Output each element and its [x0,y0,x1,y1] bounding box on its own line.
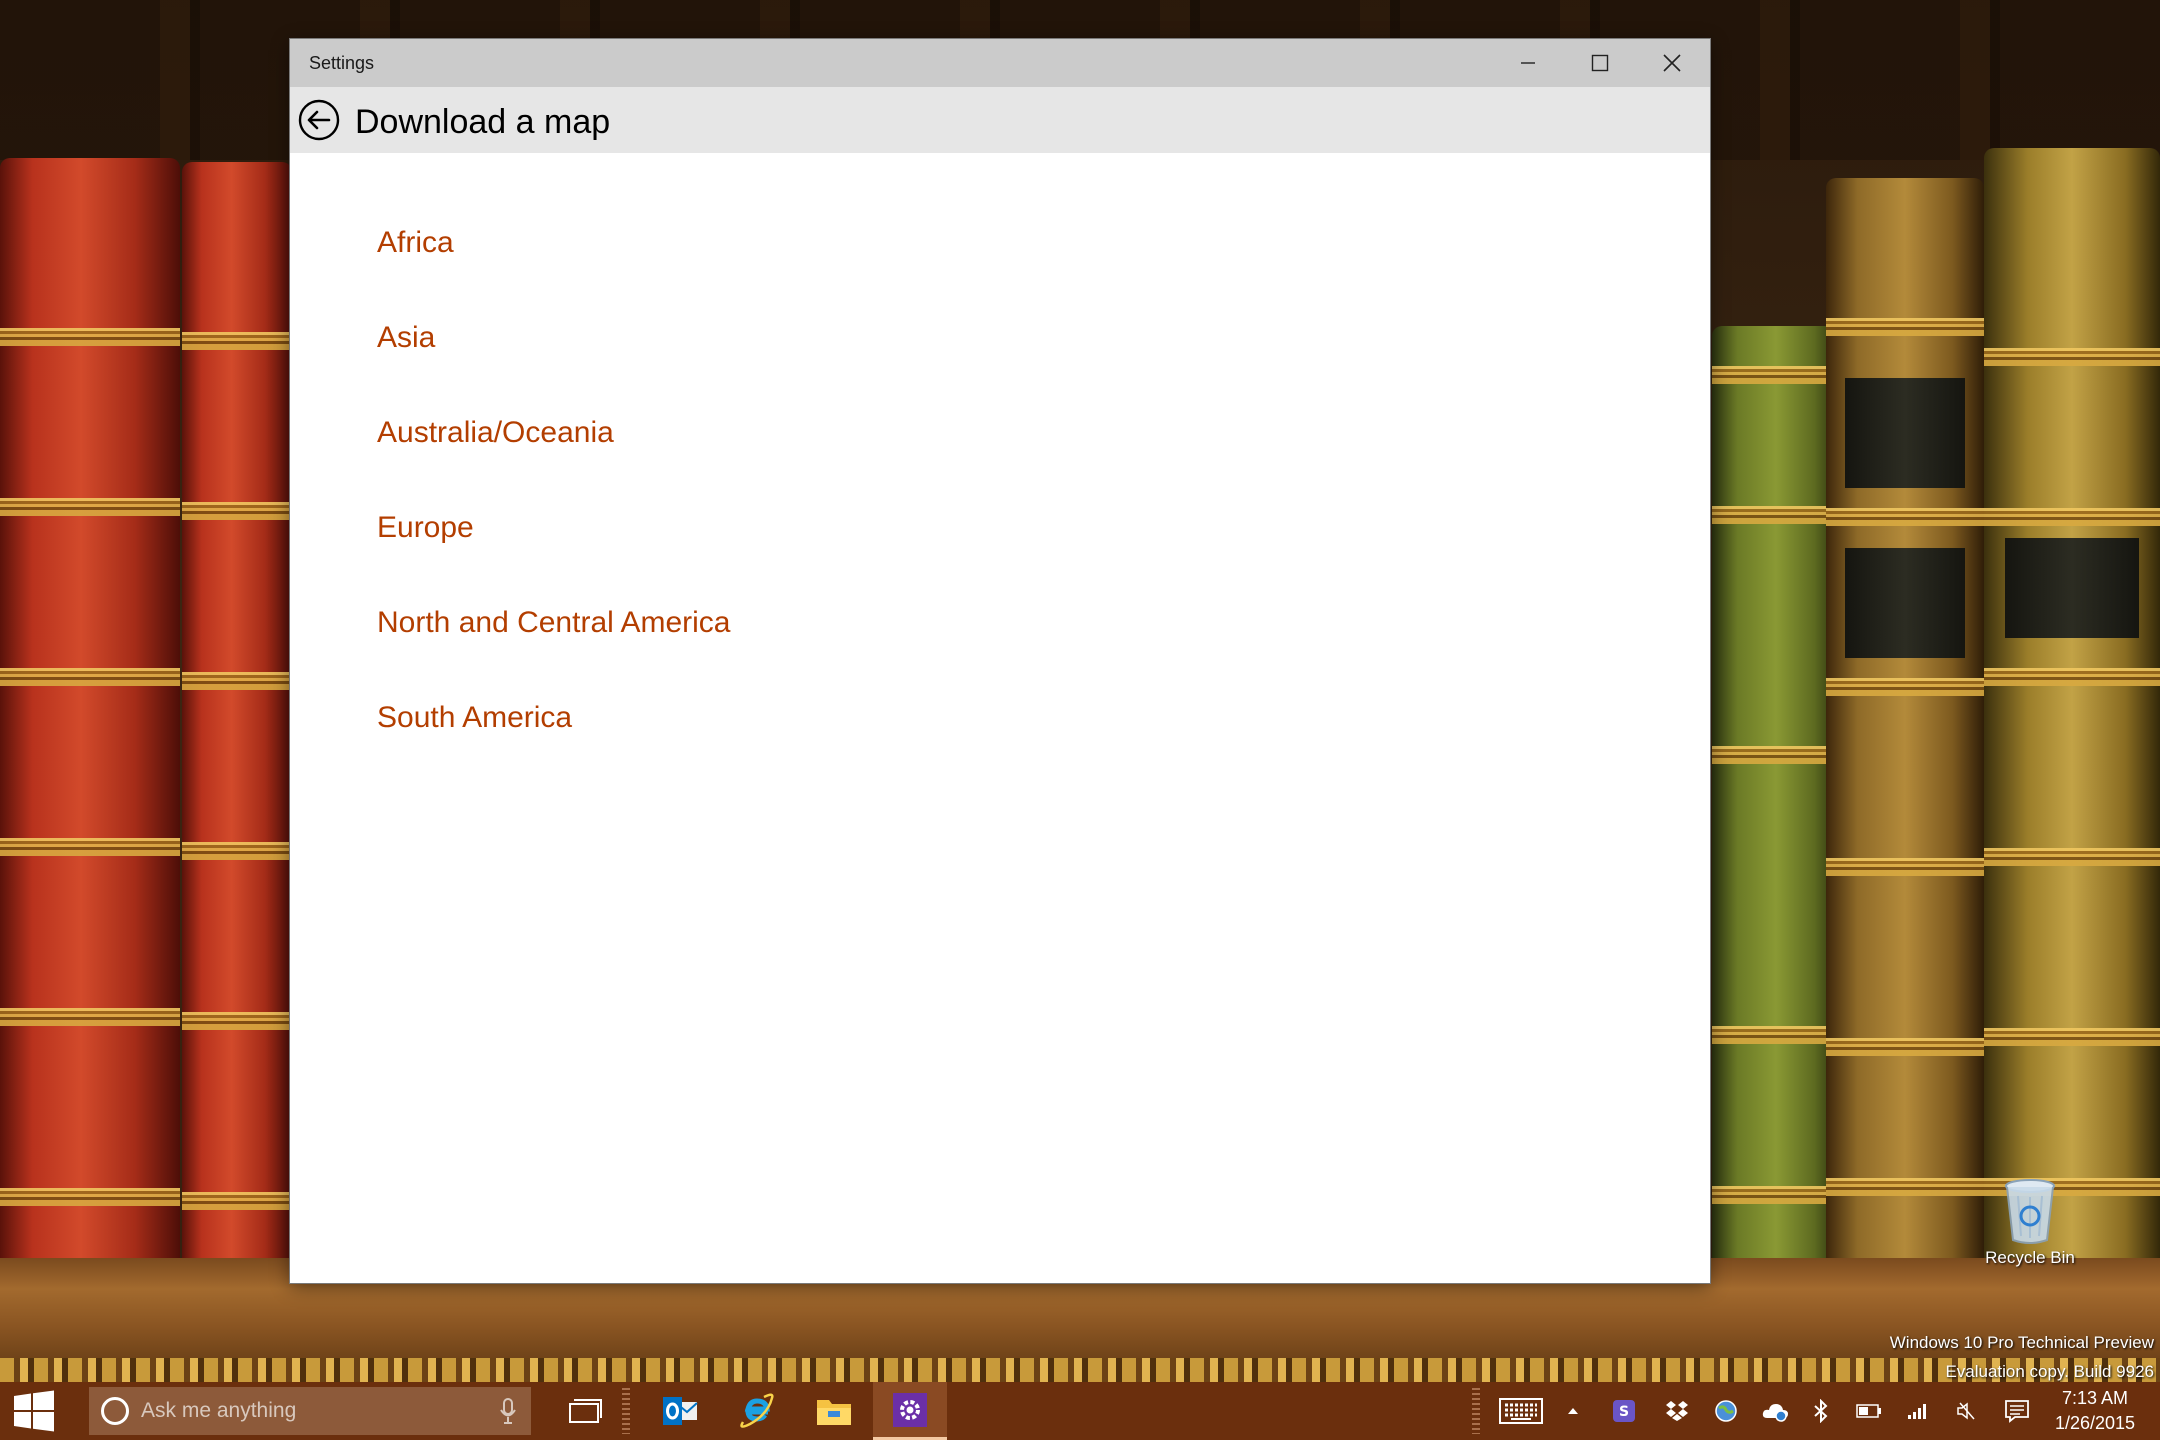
globe-tray[interactable] [1705,1382,1747,1440]
onedrive-icon [1762,1404,1788,1422]
window-title: Settings [309,53,375,73]
book-spine [1712,326,1840,1262]
volume-tray[interactable] [1946,1382,1988,1440]
page-header: Download a map [290,87,1710,153]
microphone-icon[interactable] [499,1397,517,1430]
book-spine [1984,148,2160,1262]
taskbar-grip[interactable] [622,1388,630,1434]
outlook-icon [663,1397,698,1425]
region-item-south-america[interactable]: South America [377,698,572,738]
internet-explorer-icon [740,1393,774,1428]
dropbox-tray[interactable] [1656,1382,1698,1440]
maximize-icon [1591,54,1609,72]
region-item-australia-oceania[interactable]: Australia/Oceania [377,413,614,453]
touch-keyboard-button[interactable] [1495,1382,1547,1440]
show-hidden-icons-button[interactable] [1552,1382,1594,1440]
settings-taskbar-button[interactable] [873,1382,947,1440]
internet-explorer-button[interactable] [720,1382,794,1440]
battery-tray[interactable] [1848,1382,1890,1440]
back-arrow-icon [298,99,340,141]
page-title: Download a map [355,103,611,141]
recycle-bin[interactable]: Recycle Bin [1966,1178,2094,1268]
recycle-bin-label: Recycle Bin [1985,1248,2075,1267]
file-explorer-button[interactable] [797,1382,871,1440]
clock-time: 7:13 AM [2061,1388,2129,1408]
start-button[interactable] [0,1382,68,1440]
bluetooth-tray[interactable] [1800,1382,1842,1440]
title-bar[interactable]: Settings [290,39,1710,87]
region-item-asia[interactable]: Asia [377,318,435,358]
region-item-africa[interactable]: Africa [377,223,454,263]
bluetooth-icon [1814,1399,1828,1423]
minimize-button[interactable] [1492,39,1564,87]
dropbox-icon [1666,1401,1688,1421]
taskbar: Ask me anything S 7:13 AM 1/26/2015 [0,1382,2160,1440]
book-spine [182,162,292,1262]
build-watermark: Windows 10 Pro Technical Preview Evaluat… [1890,1328,2154,1386]
network-tray[interactable] [1897,1382,1939,1440]
clock-date: 1/26/2015 [2054,1413,2136,1433]
network-signal-icon [1908,1404,1926,1419]
battery-icon [1856,1404,1881,1418]
action-center-icon [2005,1400,2029,1423]
svg-text:S: S [1619,1404,1629,1420]
book-spine [0,158,180,1262]
skype-tray[interactable]: S [1603,1382,1645,1440]
minimize-icon [1521,62,1535,64]
cortana-icon [101,1397,129,1425]
outlook-button[interactable] [643,1382,717,1440]
settings-window: Settings Download a map Africa Asia Aust… [290,39,1710,1283]
file-explorer-icon [817,1400,851,1425]
show-hidden-icons-icon [1568,1408,1578,1414]
windows-logo-icon [14,1390,54,1432]
watermark-edition: Windows 10 Pro Technical Preview [1889,1333,2154,1352]
close-icon [1663,54,1681,72]
region-item-north-central-america[interactable]: North and Central America [377,603,731,643]
task-view-button[interactable] [548,1382,622,1440]
touch-keyboard-icon [1499,1398,1543,1424]
search-box[interactable]: Ask me anything [89,1387,531,1435]
region-item-europe[interactable]: Europe [377,508,474,548]
action-center-button[interactable] [1996,1382,2038,1440]
book-spine [1826,178,1984,1262]
search-placeholder: Ask me anything [141,1399,297,1422]
onedrive-tray[interactable] [1754,1382,1796,1440]
tray-grip[interactable] [1472,1388,1480,1434]
shelf-trim [0,1358,2160,1382]
globe-icon [1715,1400,1737,1422]
skype-icon: S [1613,1400,1635,1422]
recycle-bin-icon [2004,1178,2056,1244]
clock[interactable]: 7:13 AM 1/26/2015 [2040,1386,2150,1436]
task-view-icon [569,1399,602,1423]
back-button[interactable] [298,99,340,141]
volume-muted-icon [1957,1402,1975,1420]
maximize-button[interactable] [1564,39,1636,87]
settings-icon [893,1392,927,1427]
close-button[interactable] [1636,39,1708,87]
